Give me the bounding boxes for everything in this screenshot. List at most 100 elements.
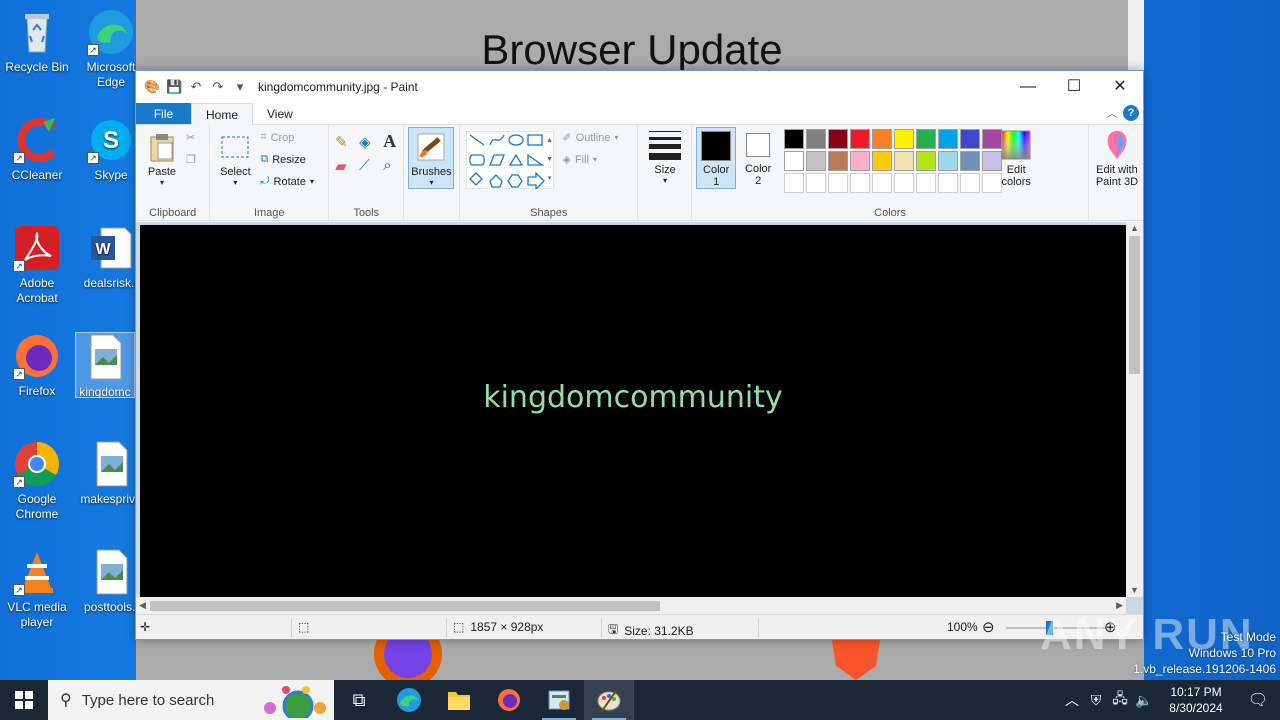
close-button[interactable]: ✕ bbox=[1097, 71, 1143, 103]
color-swatch[interactable] bbox=[916, 129, 937, 149]
copy-button[interactable]: ❐ bbox=[186, 153, 196, 166]
horizontal-scroll-thumb[interactable] bbox=[150, 601, 660, 611]
color-swatch[interactable] bbox=[806, 151, 827, 171]
color-swatch[interactable] bbox=[960, 129, 981, 149]
notification-center-icon[interactable]: 🗨 bbox=[1236, 690, 1280, 710]
cut-button[interactable]: ✂ bbox=[186, 131, 195, 144]
tab-view[interactable]: View bbox=[253, 103, 307, 124]
taskbar-edge[interactable] bbox=[384, 680, 434, 720]
tab-file[interactable]: File bbox=[136, 103, 191, 124]
color-swatch[interactable] bbox=[806, 129, 827, 149]
shapes-scroll[interactable]: ▲ ▼ ▾ bbox=[544, 131, 554, 189]
tab-home[interactable]: Home bbox=[191, 103, 254, 125]
taskbar-file-explorer[interactable] bbox=[434, 680, 484, 720]
color-swatch[interactable] bbox=[872, 151, 893, 171]
zoom-out-icon[interactable]: ⊖ bbox=[982, 618, 995, 636]
magnifier-tool[interactable]: ⌕ bbox=[383, 157, 391, 174]
color-swatch[interactable] bbox=[872, 129, 893, 149]
vertical-scroll-thumb[interactable] bbox=[1129, 236, 1140, 374]
rotate-button[interactable]: ⤾ Rotate ▾ bbox=[260, 175, 314, 188]
scroll-up-icon[interactable]: ▲ bbox=[1130, 223, 1139, 233]
desktop-icon-recycle-bin[interactable]: Recycle Bin bbox=[1, 8, 73, 75]
volume-icon[interactable]: 🔈 bbox=[1132, 692, 1156, 709]
fill-tool[interactable]: ◈ bbox=[359, 133, 371, 151]
crop-button[interactable]: ⌗ Crop bbox=[260, 131, 294, 144]
scroll-down-icon[interactable]: ▼ bbox=[1130, 585, 1139, 595]
custom-color-swatch[interactable] bbox=[938, 173, 959, 193]
text-tool[interactable]: A bbox=[383, 131, 396, 152]
desktop-icon-google-chrome[interactable]: ↗ Google Chrome bbox=[1, 440, 73, 522]
color-swatch[interactable] bbox=[828, 151, 849, 171]
undo-icon[interactable]: ↶ bbox=[188, 79, 204, 95]
maximize-button[interactable]: ☐ bbox=[1051, 71, 1097, 103]
collapse-ribbon-icon[interactable]: ︿ bbox=[1107, 105, 1117, 120]
size-button[interactable]: Size ▾ bbox=[644, 129, 686, 185]
desktop-icon-vlc[interactable]: ↗ VLC media player bbox=[1, 548, 73, 630]
show-hidden-icons[interactable]: ︿ bbox=[1060, 690, 1084, 710]
custom-color-swatch[interactable] bbox=[784, 173, 805, 193]
svg-text:W: W bbox=[95, 241, 111, 258]
clock[interactable]: 10:17 PM 8/30/2024 bbox=[1156, 684, 1236, 716]
start-button[interactable] bbox=[0, 680, 48, 720]
taskbar-paint[interactable] bbox=[584, 680, 634, 720]
desktop-icon-kingdomcommunity[interactable]: kingdomc bbox=[75, 332, 135, 398]
save-icon[interactable]: 💾 bbox=[166, 79, 182, 95]
paint-app-icon[interactable]: 🎨 bbox=[144, 79, 160, 95]
edit-colors-button[interactable]: Edit colors bbox=[994, 129, 1038, 188]
custom-color-swatch[interactable] bbox=[850, 173, 871, 193]
customize-qat-icon[interactable]: ▾ bbox=[232, 79, 248, 95]
minimize-button[interactable]: — bbox=[1005, 71, 1051, 103]
custom-color-swatch[interactable] bbox=[894, 173, 915, 193]
pencil-tool[interactable]: ✎ bbox=[335, 133, 348, 151]
taskbar-search-box[interactable]: ⚲ Type here to search bbox=[48, 680, 334, 720]
select-button[interactable]: Select ▾ bbox=[216, 131, 254, 187]
color-swatch[interactable] bbox=[938, 129, 959, 149]
folder-icon bbox=[448, 692, 470, 710]
desktop-icon-adobe-acrobat[interactable]: ↗ Adobe Acrobat bbox=[1, 224, 73, 306]
title-bar[interactable]: 🎨 💾 ↶ ↷ ▾ kingdomcommunity.jpg - Paint —… bbox=[136, 71, 1143, 103]
taskbar-firefox[interactable] bbox=[484, 680, 534, 720]
shapes-gallery[interactable] bbox=[466, 131, 555, 189]
desktop-icon-firefox[interactable]: ↗ Firefox bbox=[1, 332, 73, 399]
custom-color-swatch[interactable] bbox=[872, 173, 893, 193]
image-canvas[interactable]: kingdomcommunity bbox=[140, 225, 1126, 597]
color-swatch[interactable] bbox=[960, 151, 981, 171]
taskbar-app[interactable] bbox=[534, 680, 584, 720]
resize-button[interactable]: ⧉ Resize bbox=[260, 153, 305, 166]
color-swatch[interactable] bbox=[784, 151, 805, 171]
scroll-left-icon[interactable]: ◀ bbox=[139, 600, 146, 611]
color-swatch[interactable] bbox=[894, 129, 915, 149]
task-view-button[interactable]: ⧉ bbox=[334, 680, 384, 720]
desktop-icon-ccleaner[interactable]: ↗ CCleaner bbox=[1, 116, 73, 183]
system-tray: ︿ ⛨ 🖧 🔈 10:17 PM 8/30/2024 🗨 bbox=[1060, 680, 1280, 720]
brushes-button[interactable]: Brushes ▾ bbox=[408, 127, 455, 189]
eraser-tool[interactable]: ▰ bbox=[335, 157, 347, 175]
custom-color-swatch[interactable] bbox=[960, 173, 981, 193]
color-swatch[interactable] bbox=[828, 129, 849, 149]
color-picker-tool[interactable]: ⟋ bbox=[359, 157, 370, 174]
browser-scrollbar[interactable] bbox=[1128, 0, 1144, 72]
security-icon[interactable]: ⛨ bbox=[1084, 692, 1108, 709]
custom-color-swatch[interactable] bbox=[806, 173, 827, 193]
help-icon[interactable]: ? bbox=[1123, 105, 1139, 121]
paste-button[interactable]: Paste ▾ bbox=[144, 131, 180, 187]
custom-color-swatch[interactable] bbox=[828, 173, 849, 193]
color1-button[interactable]: Color 1 bbox=[696, 127, 737, 189]
redo-icon[interactable]: ↷ bbox=[210, 79, 226, 95]
vertical-scrollbar[interactable]: ▲ ▼ bbox=[1126, 222, 1143, 597]
clock-time: 10:17 PM bbox=[1170, 685, 1222, 699]
outline-button[interactable]: ✐ Outline ▾ bbox=[562, 131, 618, 145]
color-swatch[interactable] bbox=[894, 151, 915, 171]
shortcut-arrow-icon: ↗ bbox=[87, 152, 99, 164]
network-icon[interactable]: 🖧 bbox=[1108, 688, 1132, 712]
color2-button[interactable]: Color 2 bbox=[740, 130, 776, 187]
color-swatch[interactable] bbox=[850, 151, 871, 171]
color-swatch[interactable] bbox=[850, 129, 871, 149]
color-swatch[interactable] bbox=[916, 151, 937, 171]
custom-color-swatch[interactable] bbox=[916, 173, 937, 193]
edit-with-paint3d-button[interactable]: Edit with Paint 3D bbox=[1091, 129, 1143, 188]
color-swatch[interactable] bbox=[784, 129, 805, 149]
horizontal-scrollbar[interactable]: ◀ ▶ bbox=[136, 597, 1126, 614]
color-swatch[interactable] bbox=[938, 151, 959, 171]
fill-button[interactable]: ◈ Fill ▾ bbox=[562, 153, 597, 167]
